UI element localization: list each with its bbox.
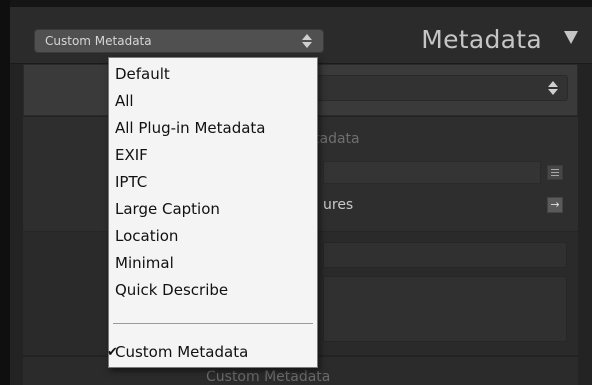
arrow-right-icon[interactable]: →: [547, 197, 563, 213]
menu-item-default[interactable]: Default: [115, 61, 170, 88]
metadata-field[interactable]: [323, 161, 541, 184]
menu-item-iptc[interactable]: IPTC: [115, 169, 147, 196]
footer-label: Custom Metadata: [206, 369, 331, 385]
select-stepper-icon: [301, 34, 313, 48]
left-edge: [0, 0, 10, 385]
metadata-panel: Custom Metadata Metadata tadata ures → C…: [0, 0, 592, 385]
features-label: ures: [323, 197, 354, 213]
panel-header: Custom Metadata Metadata: [10, 7, 592, 64]
metadata-preset-select[interactable]: Custom Metadata: [34, 29, 324, 53]
menu-item-all-plugin-metadata[interactable]: All Plug-in Metadata: [115, 115, 266, 142]
menu-item-minimal[interactable]: Minimal: [115, 250, 174, 277]
checkmark-icon: ✔: [107, 345, 118, 360]
metadata-text-area[interactable]: [323, 276, 567, 342]
metadata-text-field[interactable]: [323, 242, 567, 268]
panel-title: Metadata: [421, 25, 542, 54]
menu-separator: [113, 323, 313, 324]
top-edge: [0, 0, 592, 7]
section-title: tadata: [314, 131, 360, 147]
menu-item-exif[interactable]: EXIF: [115, 142, 148, 169]
menu-item-location[interactable]: Location: [115, 223, 178, 250]
menu-item-large-caption[interactable]: Large Caption: [115, 196, 220, 223]
triangle-down-icon[interactable]: [564, 31, 578, 44]
preset-dropdown-menu: Default All All Plug-in Metadata EXIF IP…: [107, 57, 318, 368]
preset-select-label: Custom Metadata: [45, 34, 152, 48]
list-icon[interactable]: [547, 165, 563, 180]
menu-item-quick-describe[interactable]: Quick Describe: [115, 277, 228, 304]
menu-item-custom-metadata[interactable]: ✔ Custom Metadata: [107, 339, 249, 366]
select-stepper-icon: [547, 81, 559, 95]
menu-item-all[interactable]: All: [115, 88, 134, 115]
menu-item-custom-metadata-label: Custom Metadata: [115, 343, 249, 361]
